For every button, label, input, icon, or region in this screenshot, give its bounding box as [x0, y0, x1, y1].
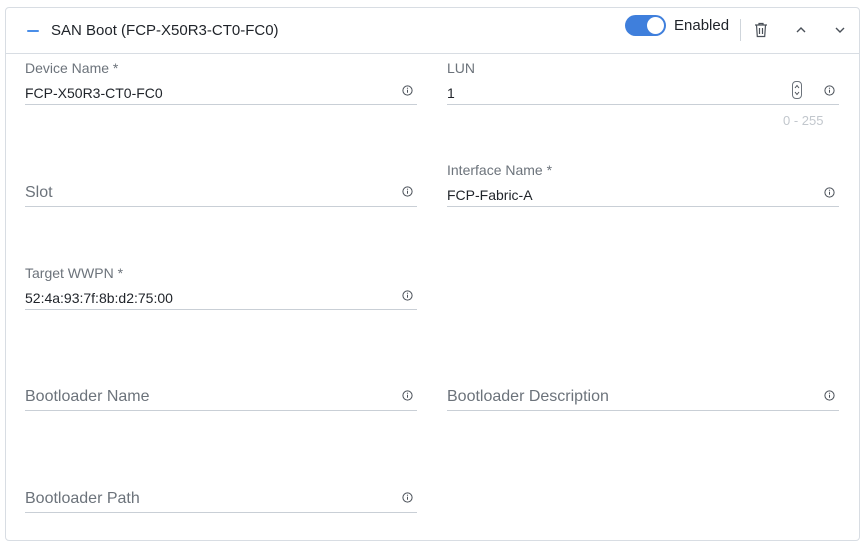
header-divider	[740, 19, 741, 41]
expand-button[interactable]	[829, 19, 851, 41]
bootloader-name-field[interactable]: Bootloader Name	[25, 386, 417, 412]
bootloader-name-placeholder[interactable]: Bootloader Name	[25, 388, 150, 406]
enabled-toggle[interactable]	[625, 15, 666, 36]
bootloader-description-underline	[447, 410, 839, 411]
slot-underline	[25, 206, 417, 207]
info-icon[interactable]	[402, 85, 413, 96]
target-wwpn-input[interactable]: 52:4a:93:7f:8b:d2:75:00	[25, 290, 173, 306]
bootloader-path-placeholder[interactable]: Bootloader Path	[25, 490, 140, 508]
trash-icon	[755, 22, 767, 38]
info-icon[interactable]	[824, 85, 835, 96]
info-icon[interactable]	[824, 390, 835, 401]
slot-field[interactable]: Slot	[25, 182, 417, 208]
info-icon[interactable]	[402, 390, 413, 401]
device-name-input[interactable]: FCP-X50R3-CT0-FC0	[25, 85, 163, 101]
lun-input[interactable]: 1	[447, 85, 455, 101]
minus-icon[interactable]	[27, 30, 39, 32]
lun-underline	[447, 104, 839, 105]
bootloader-description-field[interactable]: Bootloader Description	[447, 386, 839, 412]
lun-field[interactable]: LUN 1	[447, 60, 839, 106]
device-name-underline	[25, 104, 417, 105]
interface-name-field[interactable]: Interface Name * FCP-Fabric-A	[447, 162, 839, 208]
info-icon[interactable]	[402, 186, 413, 197]
interface-name-underline	[447, 206, 839, 207]
target-wwpn-label: Target WWPN *	[25, 265, 124, 281]
info-icon[interactable]	[402, 492, 413, 503]
move-up-button[interactable]	[790, 19, 812, 41]
delete-button[interactable]	[750, 19, 772, 41]
bootloader-description-placeholder[interactable]: Bootloader Description	[447, 388, 609, 406]
toggle-knob	[647, 17, 664, 34]
bootloader-path-underline	[25, 512, 417, 513]
interface-name-input[interactable]: FCP-Fabric-A	[447, 187, 533, 203]
bootloader-name-underline	[25, 410, 417, 411]
lun-range-hint: 0 - 255	[783, 113, 824, 128]
bootloader-path-field[interactable]: Bootloader Path	[25, 488, 417, 514]
info-icon[interactable]	[402, 290, 413, 301]
toggle-label: Enabled	[674, 17, 730, 34]
card-header: SAN Boot (FCP-X50R3-CT0-FC0) Enabled	[6, 8, 859, 54]
stepper-arrows-icon	[794, 84, 800, 96]
info-icon[interactable]	[824, 187, 835, 198]
interface-name-label: Interface Name *	[447, 162, 553, 178]
slot-placeholder[interactable]: Slot	[25, 184, 53, 202]
chevron-down-icon	[835, 27, 845, 33]
chevron-up-icon	[796, 27, 806, 33]
target-wwpn-underline	[25, 309, 417, 310]
device-name-field[interactable]: Device Name * FCP-X50R3-CT0-FC0	[25, 60, 417, 106]
card-title: SAN Boot (FCP-X50R3-CT0-FC0)	[51, 22, 279, 39]
lun-label: LUN	[447, 60, 476, 76]
target-wwpn-field[interactable]: Target WWPN * 52:4a:93:7f:8b:d2:75:00	[25, 265, 417, 311]
device-name-label: Device Name *	[25, 60, 119, 76]
lun-stepper[interactable]	[792, 81, 802, 99]
